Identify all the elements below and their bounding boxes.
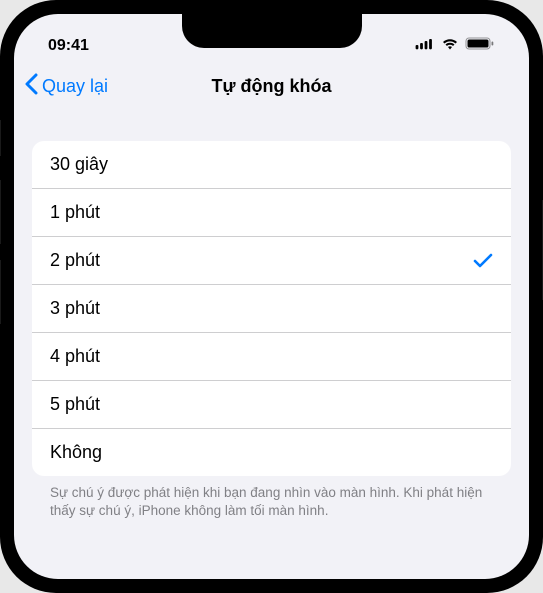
option-label: Không bbox=[50, 442, 102, 463]
footer-note: Sự chú ý được phát hiện khi bạn đang nhì… bbox=[32, 476, 511, 520]
option-label: 4 phút bbox=[50, 346, 100, 367]
checkmark-icon bbox=[473, 349, 493, 365]
mute-switch bbox=[0, 120, 1, 156]
content: 30 giây 1 phút 2 phút bbox=[14, 111, 529, 520]
wifi-icon bbox=[441, 37, 459, 55]
checkmark-icon bbox=[473, 205, 493, 221]
device-frame: 09:41 bbox=[0, 0, 543, 593]
screen: 09:41 bbox=[14, 14, 529, 579]
status-time: 09:41 bbox=[48, 37, 89, 55]
checkmark-icon bbox=[473, 445, 493, 461]
nav-bar: Quay lại Tự động khóa bbox=[14, 64, 529, 111]
auto-lock-options: 30 giây 1 phút 2 phút bbox=[32, 141, 511, 476]
checkmark-icon bbox=[473, 301, 493, 317]
volume-up-button bbox=[0, 180, 1, 244]
option-30-seconds[interactable]: 30 giây bbox=[32, 141, 511, 189]
volume-down-button bbox=[0, 260, 1, 324]
checkmark-icon bbox=[473, 253, 493, 269]
status-icons bbox=[415, 37, 495, 55]
option-never[interactable]: Không bbox=[32, 429, 511, 476]
option-label: 1 phút bbox=[50, 202, 100, 223]
back-label: Quay lại bbox=[42, 76, 108, 97]
option-2-minutes[interactable]: 2 phút bbox=[32, 237, 511, 285]
option-5-minutes[interactable]: 5 phút bbox=[32, 381, 511, 429]
checkmark-icon bbox=[473, 157, 493, 173]
option-3-minutes[interactable]: 3 phút bbox=[32, 285, 511, 333]
option-4-minutes[interactable]: 4 phút bbox=[32, 333, 511, 381]
page-title: Tự động khóa bbox=[211, 76, 331, 97]
option-label: 5 phút bbox=[50, 394, 100, 415]
option-1-minute[interactable]: 1 phút bbox=[32, 189, 511, 237]
option-label: 30 giây bbox=[50, 154, 108, 175]
cellular-icon bbox=[415, 37, 435, 55]
notch bbox=[182, 14, 362, 48]
option-label: 3 phút bbox=[50, 298, 100, 319]
battery-icon bbox=[465, 37, 495, 55]
checkmark-icon bbox=[473, 397, 493, 413]
back-button[interactable]: Quay lại bbox=[24, 73, 108, 100]
chevron-left-icon bbox=[24, 73, 38, 100]
option-label: 2 phút bbox=[50, 250, 100, 271]
